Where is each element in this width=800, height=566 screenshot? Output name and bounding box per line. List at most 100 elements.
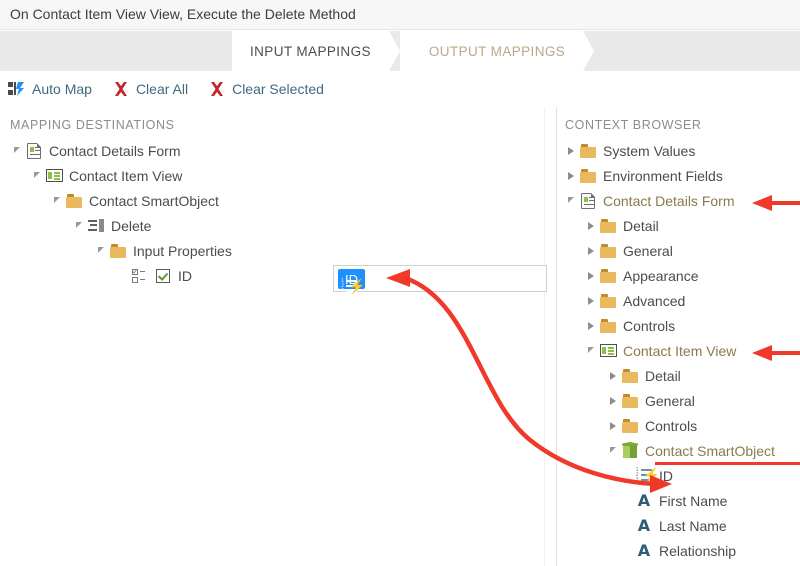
context-node-label: Appearance [623,267,699,284]
text-a-icon: A [637,515,651,535]
clear-selected-button[interactable]: Clear Selected [200,71,336,107]
auto-map-icon [8,81,26,97]
method-icon [86,213,106,238]
context-node-label: Detail [623,217,659,234]
tab-input-mappings[interactable]: INPUT MAPPINGS [232,31,389,71]
context-node-label: General [645,392,695,409]
expander-right-icon[interactable] [584,213,598,238]
context-node-detail[interactable]: Detail [558,363,800,388]
expander-down-icon[interactable] [584,338,598,363]
tree-node-label: Contact Details Form [49,142,181,159]
context-node-label: Last Name [659,517,727,534]
tree-node-label: Contact SmartObject [89,192,219,209]
context-browser-header: CONTEXT BROWSER [565,118,702,132]
mapping-value-field[interactable]: 123 ⚡ ID [333,265,547,294]
folder-icon [108,238,128,263]
auto-map-button[interactable]: Auto Map [0,71,104,107]
expander-down-icon[interactable] [72,213,86,238]
context-node-label: Controls [623,317,676,334]
tab-chevron-separator-icon [388,31,411,71]
folder-icon [64,188,84,213]
context-node-environment-fields[interactable]: Environment Fields [558,163,800,188]
tree-node-input-properties[interactable]: Input Properties [0,238,540,263]
checkbox-checked-icon[interactable] [153,263,173,288]
number-bolt-icon: 123 ⚡ [635,467,660,483]
tab-output-mappings-label: OUTPUT MAPPINGS [428,43,566,59]
clear-all-label: Clear All [135,81,189,97]
context-node-last-name[interactable]: A Last Name [558,513,800,538]
red-x-icon [208,80,226,98]
text-a-icon: A [637,490,651,510]
mapping-destinations-header: MAPPING DESTINATIONS [10,118,175,132]
expander-right-icon[interactable] [564,138,578,163]
context-node-contact-details-form[interactable]: Contact Details Form [558,188,800,213]
context-node-relationship[interactable]: A Relationship [558,538,800,563]
expander-right-icon[interactable] [606,363,620,388]
clear-selected-label: Clear Selected [232,81,324,97]
context-browser-tree: System Values Environment Fields Contact… [558,138,800,563]
expander-right-icon[interactable] [584,288,598,313]
smartobject-underline [655,462,800,465]
mapping-dialog: On Contact Item View View, Execute the D… [0,0,800,566]
view-icon [44,163,64,188]
expander-down-icon[interactable] [606,438,620,463]
context-node-label: Advanced [623,292,686,309]
expander-down-icon[interactable] [50,188,64,213]
context-node-controls[interactable]: Controls [558,313,800,338]
context-node-general[interactable]: General [558,388,800,413]
page-title: On Contact Item View View, Execute the D… [10,6,356,22]
context-node-label: Detail [645,367,681,384]
context-node-label: Environment Fields [603,167,723,184]
context-node-label: Contact Item View [623,342,737,359]
context-node-controls[interactable]: Controls [558,413,800,438]
property-list-icon: ✓ [128,263,148,288]
folder-icon [598,313,618,338]
expander-down-icon[interactable] [94,238,108,263]
context-node-contact-item-view[interactable]: Contact Item View [558,338,800,363]
expander-right-icon[interactable] [584,313,598,338]
expander-right-icon[interactable] [606,413,620,438]
context-node-label: Contact SmartObject [645,442,775,459]
tab-strip: INPUT MAPPINGS OUTPUT MAPPINGS [0,31,800,71]
mapping-value-chip[interactable]: 123 ⚡ ID [338,269,365,294]
toolbar: Auto Map Clear All Clear Selected [0,71,800,107]
tree-node-label: Delete [111,217,152,234]
folder-icon [578,138,598,163]
context-node-general[interactable]: General [558,238,800,263]
context-node-detail[interactable]: Detail [558,213,800,238]
tab-output-mappings[interactable]: OUTPUT MAPPINGS [410,31,584,71]
context-node-label: First Name [659,492,728,509]
folder-icon [620,388,640,413]
folder-icon [578,163,598,188]
context-node-first-name[interactable]: A First Name [558,488,800,513]
expander-down-icon[interactable] [10,138,24,163]
context-node-label: Relationship [659,542,737,559]
context-node-appearance[interactable]: Appearance [558,263,800,288]
context-node-contact-smartobject[interactable]: Contact SmartObject [558,438,800,463]
expander-right-icon[interactable] [606,388,620,413]
tree-node-contact-smartobject[interactable]: Contact SmartObject [0,188,540,213]
context-node-label: System Values [603,142,696,159]
panel-divider-outer [544,107,545,566]
folder-icon [598,213,618,238]
tree-node-delete[interactable]: Delete [0,213,540,238]
tree-node-label: ID [178,267,192,284]
expander-right-icon[interactable] [584,263,598,288]
context-node-id[interactable]: 123 ⚡ ID [558,463,800,488]
expander-right-icon[interactable] [584,238,598,263]
tree-node-contact-item-view[interactable]: Contact Item View [0,163,540,188]
form-icon [24,138,44,163]
context-node-system-values[interactable]: System Values [558,138,800,163]
context-node-label: Controls [645,417,698,434]
folder-icon [620,413,640,438]
clear-all-button[interactable]: Clear All [104,71,200,107]
tab-input-mappings-label: INPUT MAPPINGS [250,43,371,59]
expander-down-icon[interactable] [564,188,578,213]
folder-icon [598,238,618,263]
tree-node-contact-details-form[interactable]: Contact Details Form [0,138,540,163]
panel-divider [556,107,557,566]
dialog-title-bar: On Contact Item View View, Execute the D… [0,0,800,30]
expander-down-icon[interactable] [30,163,44,188]
context-node-advanced[interactable]: Advanced [558,288,800,313]
expander-right-icon[interactable] [564,163,578,188]
